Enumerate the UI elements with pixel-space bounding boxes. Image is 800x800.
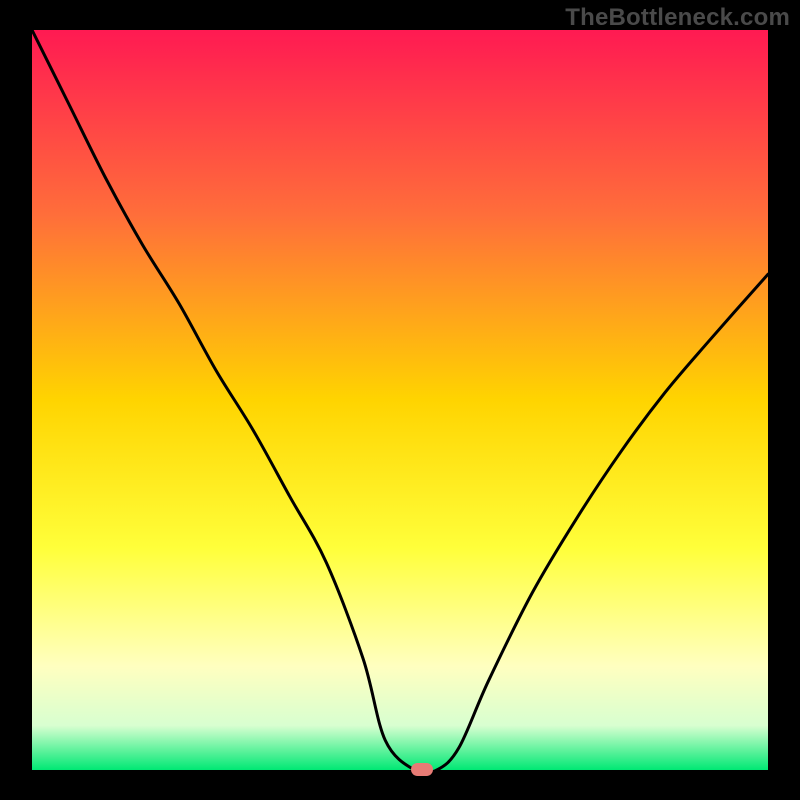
watermark-text: TheBottleneck.com: [565, 4, 790, 32]
plot-svg: [32, 30, 768, 770]
bottleneck-plot: [32, 30, 768, 770]
chart-frame: TheBottleneck.com: [0, 0, 800, 800]
current-position-marker: [411, 763, 433, 776]
